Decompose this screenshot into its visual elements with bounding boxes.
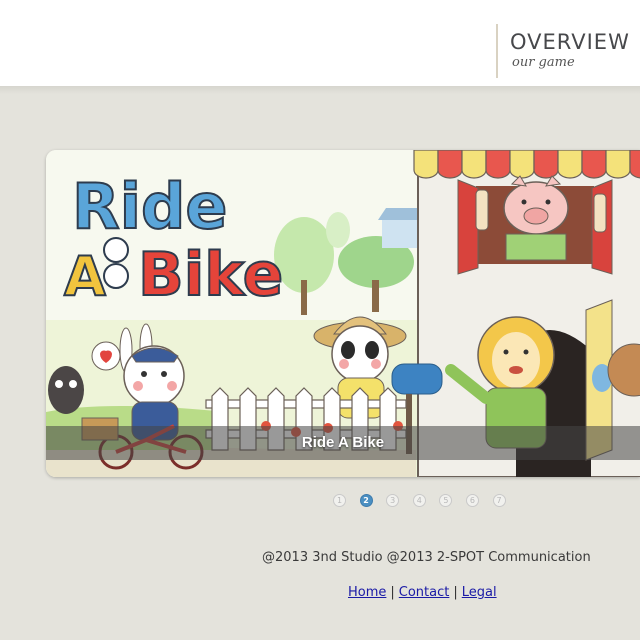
pager-dot-7[interactable]: 7	[492, 494, 506, 507]
game-slider[interactable]: Ride A Bike Ride A Bike	[46, 150, 640, 477]
pager-dot-6[interactable]: 6	[465, 494, 479, 507]
logo-word-ride: Ride	[72, 170, 227, 243]
header-divider	[496, 24, 498, 78]
slide-caption: Ride A Bike	[301, 434, 385, 451]
pager-dot-1[interactable]: 1	[333, 494, 346, 507]
header-shadow-band	[0, 86, 640, 94]
footer-links: Home | Contact | Legal	[348, 585, 497, 600]
copyright-text: @2013 3nd Studio @2013 2-SPOT Communicat…	[262, 550, 591, 565]
home-link[interactable]: Home	[348, 585, 386, 600]
pager-dot-5[interactable]: 5	[439, 494, 453, 507]
nav-overview-title[interactable]: OVERVIEW	[510, 30, 630, 54]
nav-overview-subtitle[interactable]: our game	[512, 55, 575, 70]
link-separator: |	[390, 585, 395, 600]
logo-word-bike: Bike	[138, 240, 283, 310]
contact-link[interactable]: Contact	[399, 585, 450, 600]
pager-dot-4[interactable]: 4	[412, 494, 426, 507]
logo-word-a: A	[64, 245, 106, 308]
header: OVERVIEW our game	[0, 0, 640, 86]
pager-dot-3[interactable]: 3	[386, 494, 400, 507]
link-separator: |	[453, 585, 458, 600]
legal-link[interactable]: Legal	[462, 585, 497, 600]
pager-dot-2[interactable]: 2	[359, 494, 373, 507]
slider-pagination: 1 2 3 4 5 6 7	[333, 494, 519, 507]
